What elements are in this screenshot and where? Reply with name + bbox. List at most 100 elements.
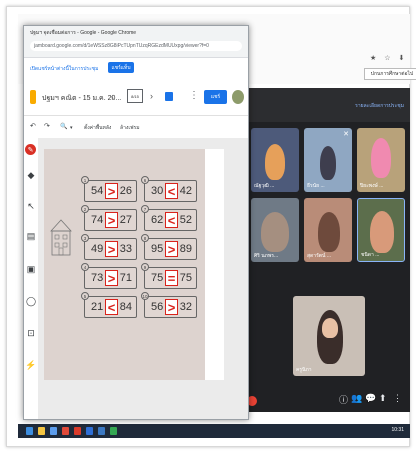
comparison-item-4: 4 73 > 71 bbox=[81, 263, 137, 289]
right-number: 27 bbox=[119, 214, 132, 226]
more-options-icon[interactable]: ⋮ bbox=[393, 393, 402, 404]
comparison-item-5: 5 21 < 84 bbox=[81, 292, 137, 318]
jamboard-app-bar: ปฐมฯ คณิต - 15 ม.ค. 20... ‹ 8/15 › ⋮ แชร… bbox=[24, 80, 248, 116]
share-tab-button[interactable]: แชร์แท็บ bbox=[108, 62, 134, 73]
participant-name: ธีรนัย ... bbox=[307, 183, 325, 189]
mic-off-icon: ✕ bbox=[343, 131, 349, 138]
image-icon[interactable]: ▣ bbox=[25, 264, 37, 275]
left-number: 75 bbox=[151, 272, 164, 284]
meeting-details-link[interactable]: รายละเอียดการประชุม bbox=[355, 102, 404, 110]
sticky-note-icon[interactable]: ▤ bbox=[25, 231, 37, 242]
opera-icon[interactable] bbox=[74, 427, 81, 435]
edge-icon[interactable] bbox=[50, 427, 57, 435]
app-icon[interactable] bbox=[98, 427, 105, 435]
comparison-sign: < bbox=[165, 212, 178, 228]
participant-video bbox=[371, 138, 391, 178]
present-icon[interactable]: ⬆ bbox=[379, 393, 387, 404]
left-number: 74 bbox=[91, 214, 104, 226]
item-number: 5 bbox=[81, 292, 89, 300]
start-icon[interactable] bbox=[26, 427, 33, 435]
comparison-item-8: 8 95 > 89 bbox=[141, 234, 197, 260]
set-background-button[interactable]: ตั้งค่าพื้นหลัง bbox=[84, 124, 111, 132]
share-tab-bar: เปิดแชร์หน้าต่างนี้ในการประชุม แชร์แท็บ bbox=[24, 59, 248, 77]
right-number: 71 bbox=[119, 272, 132, 284]
left-number: 49 bbox=[91, 243, 104, 255]
participant-tile-4[interactable]: ศิริ นภพร... bbox=[251, 198, 299, 262]
tools-sidebar: ✎ ◆ ↖ ▤ ▣ ◯ ⊡ ⚡ bbox=[24, 138, 38, 419]
participant-tile-2[interactable]: ✕ ธีรนัย ... bbox=[304, 128, 352, 192]
share-tab-hint: เปิดแชร์หน้าต่างนี้ในการประชุม bbox=[30, 66, 99, 72]
participant-tile-5[interactable]: สุดารัตน์ ... bbox=[304, 198, 352, 262]
file-explorer-icon[interactable] bbox=[38, 427, 45, 435]
redo-icon[interactable]: ↷ bbox=[44, 122, 50, 130]
left-number: 54 bbox=[91, 185, 104, 197]
undo-icon[interactable]: ↶ bbox=[30, 122, 36, 130]
participant-tile-6[interactable]: ชนิดา ... bbox=[357, 198, 405, 262]
left-number: 73 bbox=[91, 272, 104, 284]
chat-icon[interactable]: 💬 bbox=[365, 393, 376, 404]
more-vert-icon[interactable]: ⋮ bbox=[189, 90, 199, 101]
meet-header: รายละเอียดการประชุม bbox=[247, 88, 410, 122]
zoom-caret-icon[interactable]: ▾ bbox=[70, 125, 73, 131]
participant-tile-3[interactable]: ปิยะพงษ์ ... bbox=[357, 128, 405, 192]
people-icon[interactable]: 👥 bbox=[351, 393, 362, 404]
item-number: 4 bbox=[81, 263, 89, 271]
left-number: 30 bbox=[151, 185, 164, 197]
participant-name: ณัฐวุฒิ ... bbox=[254, 183, 275, 189]
laser-icon[interactable]: ⚡ bbox=[25, 360, 37, 371]
comparison-item-9: 9 75 = 75 bbox=[141, 263, 197, 289]
comparison-item-7: 7 62 < 52 bbox=[141, 205, 197, 231]
window-title: ปฐมฯ จุดเชื่อมต่อการ - Google - Google C… bbox=[30, 30, 137, 36]
prev-frame-icon[interactable]: ‹ bbox=[111, 91, 114, 101]
word-icon[interactable] bbox=[86, 427, 93, 435]
right-number: 52 bbox=[179, 214, 192, 226]
next-frame-icon[interactable]: › bbox=[150, 91, 153, 101]
right-number: 42 bbox=[179, 185, 192, 197]
right-number: 32 bbox=[179, 301, 192, 313]
participant-name: ครูนิภา bbox=[296, 367, 312, 373]
jamboard-frame[interactable]: 1 54 > 26 6 30 < 42 2 74 > 27 7 62 < 52 … bbox=[44, 149, 224, 380]
comparison-sign: < bbox=[105, 299, 118, 315]
item-number: 8 bbox=[141, 234, 149, 242]
item-number: 6 bbox=[141, 176, 149, 184]
jamboard-logo bbox=[30, 90, 36, 104]
participant-video bbox=[370, 211, 394, 253]
app-icon[interactable] bbox=[62, 427, 69, 435]
windows-taskbar: 10:31 bbox=[18, 424, 410, 438]
right-number: 84 bbox=[119, 301, 132, 313]
left-number: 21 bbox=[91, 301, 104, 313]
participant-video bbox=[318, 212, 340, 252]
circle-icon[interactable]: ◯ bbox=[25, 296, 37, 307]
frame-bar-button[interactable]: 8/15 bbox=[127, 89, 143, 103]
text-box-icon[interactable]: ⊡ bbox=[25, 328, 37, 339]
canvas-area: ✎ ◆ ↖ ▤ ▣ ◯ ⊡ ⚡ 1 54 > 26 6 30 < 42 2 74… bbox=[24, 138, 248, 419]
address-bar[interactable]: jamboard.google.com/d/1eWSSz8G8iPcTUpnTU… bbox=[30, 41, 242, 51]
participant-name: สุดารัตน์ ... bbox=[307, 253, 332, 259]
worksheet-photo: 1 54 > 26 6 30 < 42 2 74 > 27 7 62 < 52 … bbox=[44, 149, 205, 380]
right-number: 26 bbox=[119, 185, 132, 197]
jamboard-toolbar: ↶ ↷ 🔍 ▾ ตั้งค่าพื้นหลัง ล้างเฟรม bbox=[24, 117, 248, 137]
info-icon[interactable]: ⓘ bbox=[339, 393, 348, 406]
comparison-sign: > bbox=[105, 183, 118, 199]
item-number: 2 bbox=[81, 205, 89, 213]
comparison-sign: < bbox=[165, 183, 178, 199]
document-title[interactable]: ปฐมฯ คณิต - 15 ม.ค. 20... bbox=[42, 93, 121, 104]
share-button[interactable]: แชร์ bbox=[204, 90, 227, 104]
comparison-sign: > bbox=[105, 241, 118, 257]
right-number: 75 bbox=[179, 272, 192, 284]
eraser-icon[interactable]: ◆ bbox=[25, 170, 37, 181]
chrome-icon[interactable] bbox=[110, 427, 117, 435]
right-number: 89 bbox=[179, 243, 192, 255]
participant-tile-7[interactable]: ครูนิภา bbox=[293, 296, 365, 376]
comparison-item-1: 1 54 > 26 bbox=[81, 176, 137, 202]
meet-icon[interactable] bbox=[165, 92, 173, 101]
select-icon[interactable]: ↖ bbox=[25, 201, 37, 212]
participant-tile-1[interactable]: ณัฐวุฒิ ... bbox=[251, 128, 299, 192]
popup-title-bar: ปฐมฯ จุดเชื่อมต่อการ - Google - Google C… bbox=[24, 26, 248, 58]
zoom-icon[interactable]: 🔍 bbox=[60, 123, 67, 130]
avatar[interactable] bbox=[232, 90, 244, 104]
bg-action-button[interactable]: ปกนการศึกษาต่อไป bbox=[364, 68, 416, 80]
pen-icon[interactable]: ✎ bbox=[25, 144, 36, 155]
item-number: 7 bbox=[141, 205, 149, 213]
clear-frame-button[interactable]: ล้างเฟรม bbox=[120, 124, 140, 132]
